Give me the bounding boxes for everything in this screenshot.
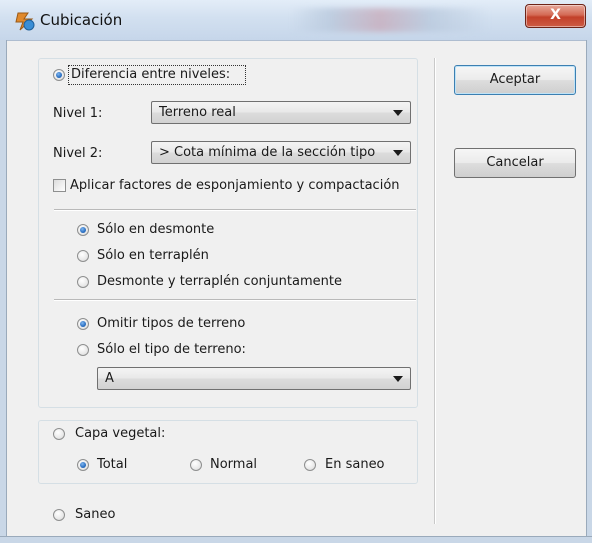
separator-2 xyxy=(54,299,416,301)
conjunto-label[interactable]: Desmonte y terraplén conjuntamente xyxy=(97,274,342,290)
solo-terraplen-radio[interactable] xyxy=(77,250,89,262)
chevron-down-icon xyxy=(393,110,403,116)
accept-button[interactable]: Aceptar xyxy=(454,65,576,95)
window-frame-right xyxy=(586,40,592,542)
capa-total-radio[interactable] xyxy=(77,459,89,471)
terrain-type-value: A xyxy=(105,371,114,386)
conjunto-radio[interactable] xyxy=(77,276,89,288)
terrain-type-select[interactable]: A xyxy=(97,367,411,390)
nivel1-value: Terreno real xyxy=(159,105,236,120)
nivel2-label: Nivel 2: xyxy=(53,146,103,161)
difference-label[interactable]: Diferencia entre niveles: xyxy=(71,67,230,83)
capa-normal-label[interactable]: Normal xyxy=(210,457,257,473)
chevron-down-icon xyxy=(393,376,403,382)
solo-desmonte-label[interactable]: Sólo en desmonte xyxy=(97,222,214,238)
saneo-label[interactable]: Saneo xyxy=(75,507,115,523)
nivel2-select[interactable]: > Cota mínima de la sección tipo xyxy=(151,141,411,164)
solo-terraplen-label[interactable]: Sólo en terraplén xyxy=(97,248,209,264)
solo-tipo-label[interactable]: Sólo el tipo de terreno: xyxy=(97,342,246,358)
apply-factors-checkbox[interactable] xyxy=(53,179,66,192)
omitir-radio[interactable] xyxy=(77,318,89,330)
vertical-separator xyxy=(434,58,436,524)
capa-saneo-radio[interactable] xyxy=(304,459,316,471)
capa-normal-radio[interactable] xyxy=(190,459,202,471)
nivel1-select[interactable]: Terreno real xyxy=(151,101,411,124)
separator-1 xyxy=(54,209,416,211)
close-icon: X xyxy=(550,7,561,23)
title-bar[interactable]: Cubicación X xyxy=(0,0,592,41)
apply-factors-label[interactable]: Aplicar factores de esponjamiento y comp… xyxy=(70,178,400,194)
omitir-label[interactable]: Omitir tipos de terreno xyxy=(97,316,245,332)
solo-desmonte-radio[interactable] xyxy=(77,224,89,236)
capa-saneo-label[interactable]: En saneo xyxy=(325,457,385,473)
chevron-down-icon xyxy=(393,150,403,156)
capa-vegetal-radio[interactable] xyxy=(53,428,65,440)
title-bar-background xyxy=(290,8,490,32)
app-icon xyxy=(15,12,35,31)
window-title: Cubicación xyxy=(40,11,123,29)
difference-radio[interactable] xyxy=(53,69,65,81)
capa-total-label[interactable]: Total xyxy=(97,457,127,473)
saneo-radio[interactable] xyxy=(53,509,65,521)
cancel-button[interactable]: Cancelar xyxy=(454,148,576,178)
nivel1-label: Nivel 1: xyxy=(53,106,103,121)
window-frame-left xyxy=(0,40,7,542)
close-button[interactable]: X xyxy=(525,4,586,28)
capa-vegetal-label[interactable]: Capa vegetal: xyxy=(75,426,165,442)
nivel2-value: > Cota mínima de la sección tipo xyxy=(159,145,376,160)
solo-tipo-radio[interactable] xyxy=(77,344,89,356)
